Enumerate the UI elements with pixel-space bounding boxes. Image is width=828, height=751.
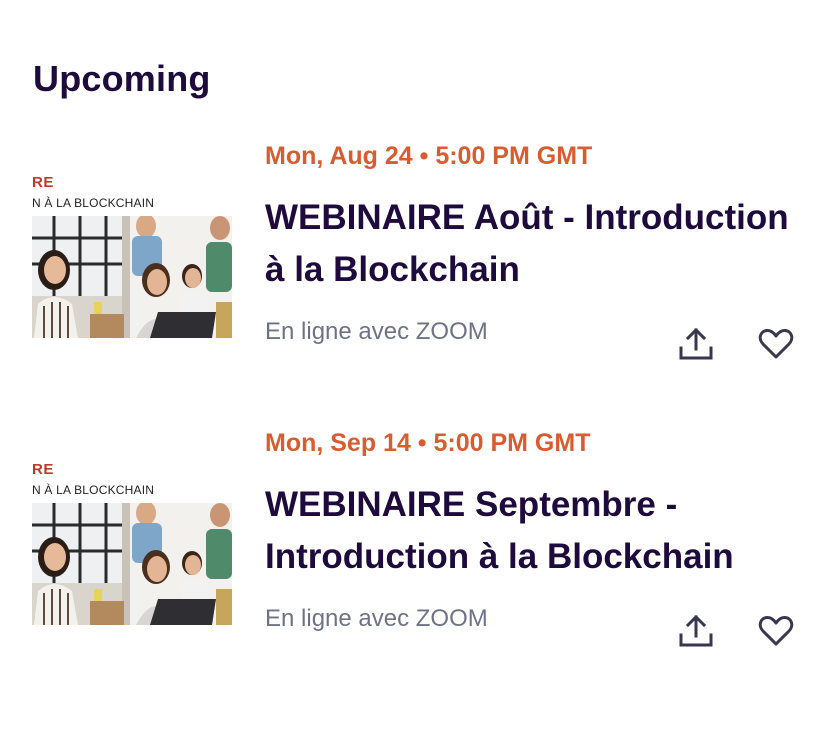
thumbnail-subheading: N À LA BLOCKCHAIN <box>32 483 155 497</box>
share-button[interactable] <box>674 609 718 653</box>
event-location: En ligne avec ZOOM <box>265 318 488 345</box>
like-button[interactable] <box>754 609 798 653</box>
thumbnail-subheading: N À LA BLOCKCHAIN <box>32 196 155 210</box>
heart-icon <box>758 616 794 646</box>
event-card[interactable]: RE N À LA BLOCKCHAIN <box>0 427 828 677</box>
event-card[interactable]: RE N À LA BLOCKCHAIN <box>0 140 828 390</box>
events-page: Upcoming RE N À LA BLOCKCHAIN Mon, Aug 2… <box>0 0 828 751</box>
event-date: Mon, Aug 24 • 5:00 PM GMT <box>265 142 593 170</box>
share-icon <box>679 614 713 647</box>
share-icon <box>679 327 713 360</box>
event-thumbnail[interactable]: RE N À LA BLOCKCHAIN <box>32 439 232 625</box>
event-photo <box>32 216 232 338</box>
event-title[interactable]: WEBINAIRE Août - Introduction à la Block… <box>265 192 795 296</box>
event-title[interactable]: WEBINAIRE Septembre - Introduction à la … <box>265 479 795 583</box>
thumbnail-heading: RE <box>32 174 54 191</box>
like-button[interactable] <box>754 322 798 366</box>
section-title: Upcoming <box>33 58 211 99</box>
share-button[interactable] <box>674 322 718 366</box>
event-photo <box>32 503 232 625</box>
heart-icon <box>758 329 794 359</box>
thumbnail-heading: RE <box>32 461 54 478</box>
event-thumbnail[interactable]: RE N À LA BLOCKCHAIN <box>32 152 232 338</box>
event-date: Mon, Sep 14 • 5:00 PM GMT <box>265 429 591 457</box>
event-location: En ligne avec ZOOM <box>265 605 488 632</box>
